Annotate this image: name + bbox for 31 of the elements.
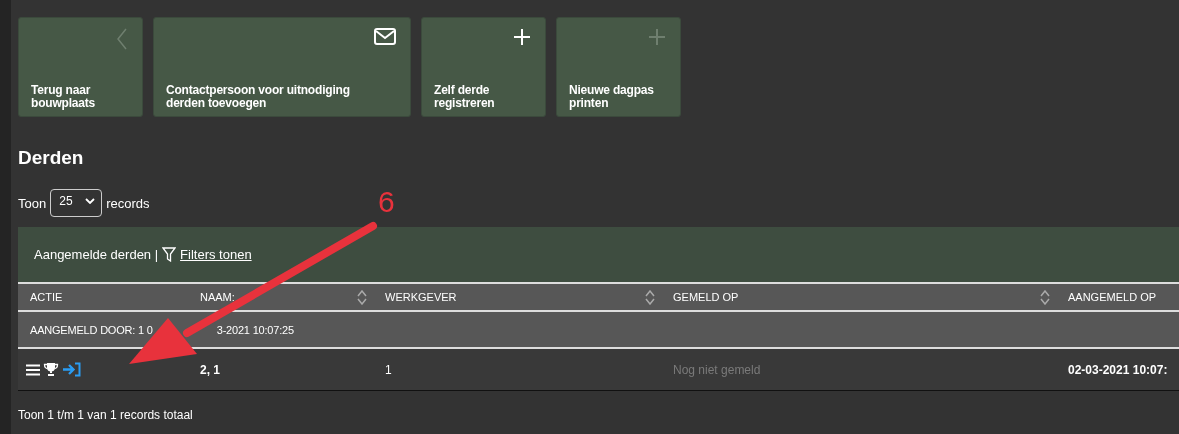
tile-button[interactable]: Nieuwe dagpas printen — [556, 17, 681, 117]
sort-icon[interactable] — [357, 289, 367, 305]
page-heading: Derden — [18, 147, 85, 169]
sign-in-icon[interactable] — [62, 362, 82, 377]
table-cell: 02-03-2021 10:07: — [1056, 349, 1179, 391]
annotation-number: 6 — [378, 185, 395, 219]
group-label: 3-2021 10:07:25 — [216, 323, 294, 336]
tile-button[interactable]: Terug naar bouwplaats — [18, 17, 143, 117]
table-cell: Nog niet gemeld — [661, 349, 1056, 391]
records-summary: Toon 1 t/m 1 van 1 records totaal — [18, 408, 194, 422]
group-label: AANGEMELD DOOR: 1 0 — [30, 323, 153, 336]
filters-link[interactable]: Filters tonen — [180, 247, 252, 262]
column-header[interactable]: GEMELD OP — [661, 284, 1056, 312]
size-label: records — [106, 195, 150, 211]
filter-icon[interactable] — [162, 247, 177, 262]
chevron-down-icon — [85, 198, 96, 204]
trophy-icon[interactable] — [43, 362, 59, 377]
column-header[interactable]: AANGEMELD OP — [1056, 284, 1179, 312]
tile-button[interactable]: Contactpersoon voor uitnodiging derden toevoegen — [153, 17, 411, 117]
menu-icon[interactable] — [26, 363, 40, 376]
table-title: Aangemelde derden | — [34, 247, 159, 262]
column-header[interactable]: WERKGEVER — [373, 284, 661, 312]
column-header[interactable]: NAAM: — [188, 284, 373, 312]
tile-button[interactable]: Zelf derde registreren — [421, 17, 546, 117]
sort-icon[interactable] — [1040, 289, 1050, 305]
table-cell: 2, 1 — [188, 349, 373, 391]
table-cell: 1 — [373, 349, 661, 391]
sort-icon[interactable] — [645, 289, 655, 305]
page-size-dropdown[interactable]: 25 — [50, 189, 103, 217]
size-label: Toon — [18, 195, 47, 211]
column-header[interactable]: ACTIE — [18, 284, 188, 312]
